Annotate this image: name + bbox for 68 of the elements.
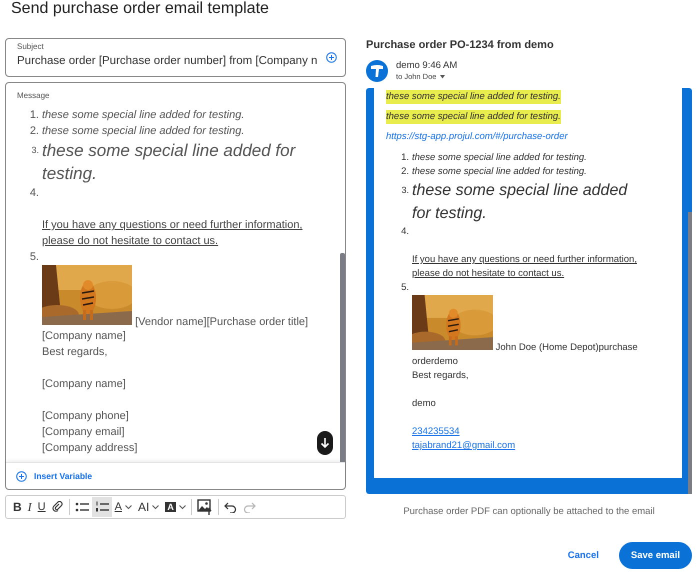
list-item-text: these some special line added for testing. — [412, 165, 587, 179]
cancel-button[interactable]: Cancel — [562, 546, 605, 565]
contact-link[interactable]: 234235534 — [412, 425, 460, 439]
numbered-list-icon — [94, 501, 109, 513]
underline-button[interactable]: U — [34, 497, 49, 517]
field-label: Message — [17, 90, 50, 101]
list-item-text: these some special line added for testing. — [42, 124, 244, 139]
arrow-down-icon — [320, 437, 330, 449]
list-number: 3. — [30, 144, 40, 157]
list-item-text: these some special line added for testing. — [42, 108, 244, 123]
bold-button[interactable]: B — [10, 497, 25, 517]
size-button[interactable]: AI — [134, 497, 162, 517]
signature-line: demo — [412, 397, 436, 411]
signature-line: Best regards, — [42, 345, 108, 360]
list-number: 1. — [400, 151, 410, 165]
closing-note: If you have any questions or need further information, please do not hesitate to contact us. — [412, 253, 638, 281]
contact-link[interactable]: tajabrand21@gmail.com — [412, 439, 516, 453]
signature-line: [Company phone] — [42, 409, 129, 424]
insert-variable-link[interactable]: Insert Variable — [34, 471, 92, 481]
scroll-down-button[interactable] — [317, 431, 333, 455]
list-number: 5. — [400, 281, 410, 295]
list-item-text: these some special line added for testing. — [412, 181, 629, 224]
signature-line: [Company email] — [42, 425, 125, 440]
bullet-list-icon — [74, 501, 89, 513]
highlighted-text: these some special line added for testing. — [386, 90, 561, 104]
signature-line: [Company name] — [42, 329, 126, 344]
add-icon[interactable] — [16, 470, 27, 482]
merge-fields-text: [Vendor name][Purchase order title] — [135, 316, 308, 328]
list-number: 3. — [400, 184, 410, 197]
caret-icon — [152, 504, 160, 510]
scrollbar-thumb[interactable] — [340, 253, 345, 462]
sender-and-time: demo 9:46 AM — [396, 60, 458, 72]
scrollbar-thumb[interactable] — [688, 212, 692, 494]
list-item-text: these some special line added for testing. — [42, 140, 297, 185]
undo-icon — [224, 502, 237, 512]
redo-icon — [242, 502, 256, 512]
url-link[interactable]: https://stg-app.projul.com/#/purchase-order — [386, 130, 568, 144]
caret-icon[interactable] — [440, 75, 446, 79]
highlighted-text: these some special line added for testing. — [386, 110, 561, 124]
list-number: 4. — [28, 186, 40, 201]
save-button[interactable]: Save email — [618, 542, 692, 569]
add-icon[interactable] — [326, 52, 337, 63]
color-button[interactable]: A — [112, 497, 135, 517]
list-number: 2. — [28, 124, 40, 139]
image-upload-icon — [196, 499, 213, 515]
link-icon — [52, 501, 64, 513]
message-editor[interactable] — [5, 82, 346, 490]
merge-fields-text: John Doe (Home Depot)purchase orderdemo — [412, 342, 638, 367]
highlight-button[interactable]: A — [162, 497, 189, 517]
list-number: 2. — [400, 165, 410, 179]
list-item-text: these some special line added for testing. — [412, 151, 587, 165]
email-subject: Purchase order PO-1234 from demo — [366, 38, 555, 52]
dialog-title: Send purchase order email template — [11, 0, 269, 18]
numbers-button[interactable] — [92, 497, 112, 517]
signature-line: [Company name] — [42, 377, 126, 392]
list-number: 5. — [28, 250, 40, 265]
attachment-note: Purchase order PDF can optionally be attached to the email — [403, 505, 655, 518]
field-label: Subject — [17, 41, 45, 52]
signature-line: [Company address] — [42, 441, 138, 456]
closing-note: If you have any questions or need further information, please do not hesitate to contact us. — [42, 218, 304, 249]
avatar-logo-icon — [366, 60, 388, 82]
subject-field[interactable]: Subject Purchase order [Purchase order number] from [Company n — [5, 38, 346, 77]
caret-icon — [124, 504, 132, 510]
list-number: 1. — [28, 108, 40, 123]
italic-button[interactable]: I — [24, 497, 35, 517]
signature-line: Best regards, — [412, 369, 468, 383]
caret-icon — [178, 504, 186, 510]
list-number: 4. — [400, 225, 410, 239]
